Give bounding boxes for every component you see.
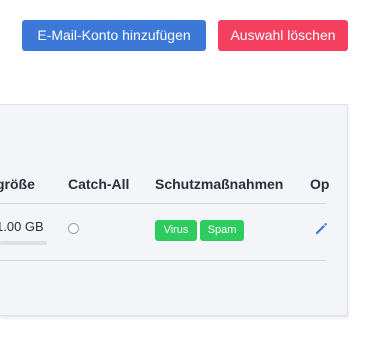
- spam-protection-badge: Spam: [200, 220, 244, 241]
- mailbox-usage-bar: [0, 241, 47, 245]
- column-header-protection: Schutzmaßnahmen: [155, 176, 284, 192]
- row-divider: [0, 260, 326, 261]
- mailbox-size-value: 1.00 GB: [0, 219, 44, 234]
- pencil-icon[interactable]: [314, 222, 328, 236]
- virus-protection-badge: Virus: [155, 220, 197, 241]
- column-header-options: Op: [310, 176, 330, 192]
- header-divider: [0, 203, 326, 204]
- email-accounts-card: größe Catch-All Schutzmaßnahmen Op 1.00 …: [0, 104, 348, 316]
- add-email-account-button[interactable]: E-Mail-Konto hinzufügen: [22, 20, 206, 51]
- column-header-size: größe: [0, 176, 35, 192]
- catch-all-radio[interactable]: [68, 223, 79, 234]
- delete-selection-button[interactable]: Auswahl löschen: [218, 20, 348, 51]
- column-header-catch-all: Catch-All: [68, 176, 130, 192]
